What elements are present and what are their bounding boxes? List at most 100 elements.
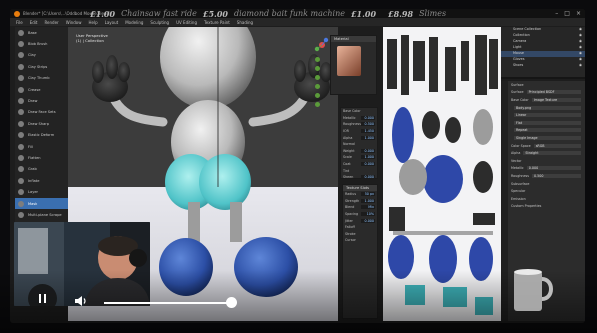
browser-item[interactable]: Crease [15,84,68,95]
property-row[interactable]: Coat 0.000 [341,161,377,168]
browser-item[interactable]: Blob Brush [15,38,68,49]
property-value[interactable]: Mix [361,205,375,210]
property-row[interactable]: Blend Mix [343,204,377,211]
tab-uv-editing[interactable]: UV Editing [176,20,197,25]
tool-icon[interactable] [315,102,320,107]
properties-field[interactable]: Straight [523,151,581,156]
pause-icon[interactable] [28,284,57,313]
browser-item[interactable]: Clay Strips [15,61,68,72]
progress-track[interactable] [104,302,234,304]
property-value[interactable]: 1.450 [361,129,375,134]
browser-item[interactable]: Flatten [15,152,68,163]
property-value[interactable]: 0.000 [361,162,375,167]
property-row[interactable]: Jitter 0.000 [343,217,377,224]
properties-row[interactable]: Body.png [501,104,585,112]
eye-icon[interactable]: ◉ [579,63,582,69]
browser-item[interactable]: Grab [15,164,68,175]
properties-row[interactable]: Alpha Straight [501,149,585,157]
tool-icon[interactable] [315,93,320,98]
property-row[interactable]: Base Color [341,108,377,115]
properties-field[interactable]: sRGB [533,143,581,148]
property-value[interactable]: 0.000 [361,148,375,153]
property-value[interactable]: 1.000 [361,135,375,140]
browser-item[interactable]: Clay [15,50,68,61]
properties-row[interactable]: Surface Principled BSDF [501,89,585,97]
menu-render[interactable]: Render [44,20,58,25]
properties-row[interactable]: Base Color Image Texture [501,96,585,104]
property-row[interactable]: Roughness 0.500 [341,121,377,128]
browser-item[interactable]: Draw [15,95,68,106]
property-value[interactable]: 50 px [361,192,375,197]
properties-field[interactable]: 0.000 [526,166,581,171]
property-row[interactable]: Spacing 10% [343,211,377,218]
property-value[interactable]: 0.000 [361,175,375,180]
property-row[interactable]: Stroke [343,231,377,238]
property-value[interactable]: 1.000 [361,198,375,203]
properties-row[interactable]: Vector [501,157,585,165]
properties-row[interactable]: Subsurface [501,180,585,188]
browser-item[interactable]: Draw Face Sets [15,107,68,118]
property-row[interactable]: Weight 0.000 [341,148,377,155]
properties-field[interactable]: Linear [514,113,581,118]
properties-row[interactable]: Flat [501,119,585,127]
properties-field[interactable]: Repeat [514,128,581,133]
property-row[interactable]: Scale 1.000 [341,154,377,161]
volume-icon[interactable] [74,295,90,307]
tool-icon[interactable] [315,75,320,80]
tab-layout[interactable]: Layout [105,20,119,25]
properties-row[interactable]: Surface [501,81,585,89]
menu-window[interactable]: Window [66,20,82,25]
properties-row[interactable]: Single Image [501,134,585,142]
property-row[interactable]: Cursor [343,237,377,244]
properties-field[interactable]: 0.500 [532,173,581,178]
property-row[interactable]: Radius 50 px [343,191,377,198]
browser-item[interactable]: Elastic Deform [15,130,68,141]
property-row[interactable]: IOR 1.450 [341,128,377,135]
browser-item[interactable]: Layer [15,186,68,197]
property-value[interactable]: 0.000 [361,218,375,223]
tab-shading[interactable]: Shading [237,20,253,25]
texture-thumbnail[interactable] [337,46,361,76]
property-row[interactable]: Falloff [343,224,377,231]
properties-row[interactable]: Color Space sRGB [501,142,585,150]
property-row[interactable]: Metallic 0.000 [341,115,377,122]
outliner-item[interactable]: Shoes ◉ [501,63,585,69]
property-value[interactable]: 1.000 [361,155,375,160]
properties-row[interactable]: Emission [501,195,585,203]
properties-row[interactable]: Repeat [501,127,585,135]
tool-icon[interactable] [315,57,320,62]
tab-texture-paint[interactable]: Texture Paint [204,20,230,25]
progress-knob[interactable] [225,297,237,308]
tab-modeling[interactable]: Modeling [125,20,143,25]
property-value[interactable]: 0.000 [361,115,375,120]
properties-row[interactable]: Metallic 0.000 [501,165,585,173]
browser-item[interactable]: Clay Thumb [15,73,68,84]
properties-field[interactable]: Single Image [514,135,581,140]
menu-help[interactable]: Help [88,20,97,25]
axis-gizmo-icon[interactable] [314,37,330,53]
property-row[interactable]: Sheen 0.000 [341,174,377,181]
property-row[interactable]: Alpha 1.000 [341,134,377,141]
menu-edit[interactable]: Edit [30,20,38,25]
property-value[interactable]: 0.500 [361,122,375,127]
properties-row[interactable]: Custom Properties [501,203,585,211]
browser-item[interactable]: Fill [15,141,68,152]
menu-file[interactable]: File [16,20,23,25]
property-row[interactable]: Normal [341,141,377,148]
tool-icon[interactable] [315,66,320,71]
properties-field[interactable]: Flat [514,120,581,125]
browser-item[interactable]: Mask [15,197,68,210]
properties-row[interactable]: Linear [501,111,585,119]
properties-field[interactable]: Image Texture [531,97,581,102]
tool-icon[interactable] [315,84,320,89]
tab-sculpting[interactable]: Sculpting [150,20,169,25]
property-row[interactable]: Tint [341,167,377,174]
property-value[interactable]: 10% [361,212,375,217]
properties-field[interactable]: Principled BSDF [526,90,581,95]
properties-row[interactable]: Roughness 0.500 [501,172,585,180]
properties-row[interactable]: Specular [501,187,585,195]
properties-field[interactable]: Body.png [514,105,581,110]
browser-item[interactable]: Inflate [15,175,68,186]
browser-item[interactable]: Draw Sharp [15,118,68,129]
property-row[interactable]: Strength 1.000 [343,198,377,205]
